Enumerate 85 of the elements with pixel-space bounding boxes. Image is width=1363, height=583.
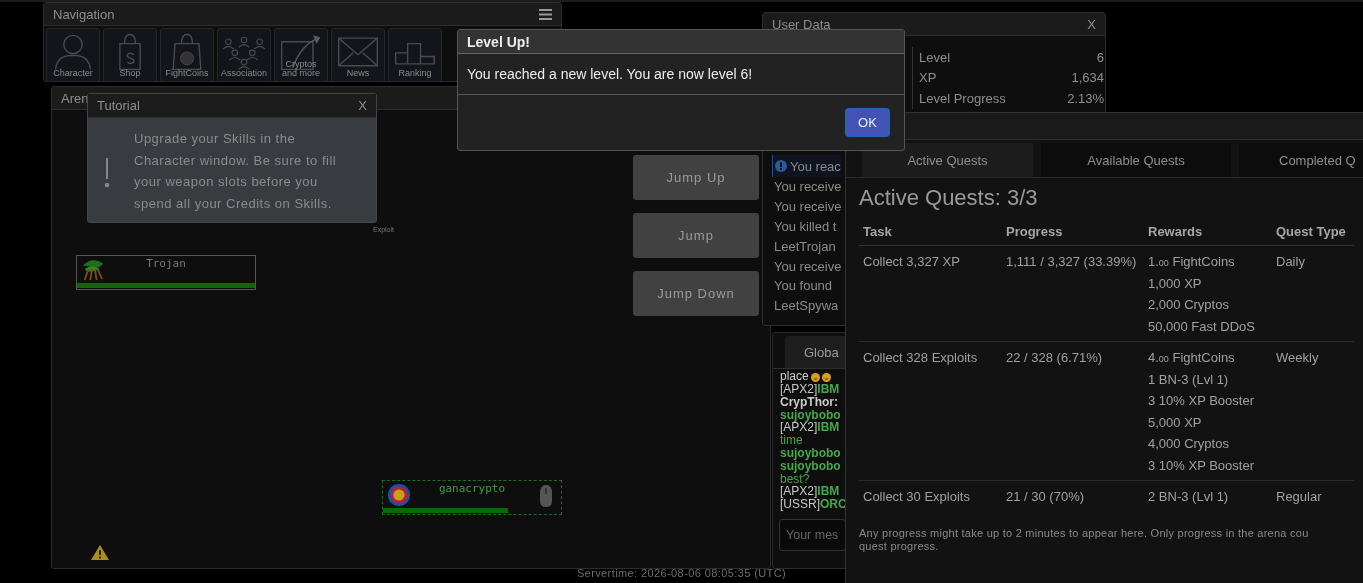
- tutorial-text: Upgrade your Skills in the Character window. Be sure to fill your weapon slots before you spend all your Credits on Skills.: [134, 130, 338, 213]
- jump-button[interactable]: Jump Down: [633, 271, 759, 316]
- log-entry: LeetSpywa: [774, 298, 839, 314]
- log-entry: You found: [774, 278, 833, 294]
- reward-item: 1 BN-3 (Lvl 1): [1148, 370, 1230, 389]
- column-header: Rewards: [1144, 217, 1272, 246]
- reward-item: 3 10% XP Booster: [1148, 456, 1255, 475]
- chat-message: [APX2]IBM: [780, 383, 840, 396]
- table-cell: Regular: [1272, 480, 1354, 512]
- reward-item: 1,000 XP: [1148, 274, 1203, 293]
- reward-item: 3 10% XP Booster: [1148, 392, 1255, 410]
- quest-tab[interactable]: Available Quests: [1041, 143, 1231, 177]
- quest-tab[interactable]: Active Quests: [862, 143, 1033, 177]
- server-time: Servertime: 2026-08-06 08:05:35 (UTC): [576, 567, 787, 579]
- dialog-message: You reached a new level. You are now level 6!: [458, 54, 904, 95]
- stat-value: 2.13%: [1067, 90, 1104, 106]
- quests-heading: Active Quests: 3/3: [859, 185, 1039, 212]
- reward-item: 2 BN-3 (Lvl 1): [1148, 488, 1230, 506]
- chat-message: place: [780, 370, 831, 384]
- log-entry: You receive: [774, 258, 842, 274]
- npc-card[interactable]: Trojan: [76, 255, 256, 290]
- close-button[interactable]: X: [1087, 16, 1096, 32]
- reward-item: 50,000 Fast DDoS: [1148, 317, 1256, 336]
- nav-button[interactable]: FightCoins: [160, 28, 214, 82]
- info-icon: [775, 160, 787, 172]
- chat-message: sujoybobo: [780, 459, 841, 473]
- nav-button[interactable]: Association: [217, 28, 271, 82]
- player-card[interactable]: ganacrypto: [382, 480, 562, 515]
- stat-label: Level: [919, 49, 951, 65]
- nav-button[interactable]: Shop: [103, 28, 157, 82]
- table-cell: 22 / 328 (6.71%): [1002, 341, 1144, 481]
- table-cell: 21 / 30 (70%): [1002, 480, 1144, 512]
- log-entry: LeetTrojan: [774, 238, 836, 254]
- jump-button[interactable]: Jump Up: [633, 155, 759, 200]
- chat-message: best?: [780, 472, 810, 486]
- table-cell: 1,111 / 3,327 (33.39%): [1002, 245, 1144, 342]
- stat-label: Level Progress: [919, 90, 1006, 106]
- log-entry: You reac: [790, 158, 841, 174]
- chat-message: CrypThor:: [780, 395, 838, 409]
- note-text: Any progress might take up to 2 minutes to appear here. Only progress in the arena cou: [859, 526, 1310, 540]
- stat-label: XP: [919, 70, 937, 86]
- table-cell: Weekly: [1272, 341, 1354, 481]
- table-cell: Collect 30 Exploits: [859, 480, 1002, 512]
- entity-name: ganacrypto: [437, 482, 507, 495]
- nav-button[interactable]: Character: [46, 28, 100, 82]
- chat-message: sujoybobo: [780, 408, 841, 422]
- target-icon: [386, 483, 412, 507]
- ok-button[interactable]: OK: [845, 108, 890, 137]
- table-cell: Collect 3,327 XP: [859, 245, 1002, 342]
- nav-button[interactable]: Cryptos and more: [274, 28, 328, 82]
- dialog-title: Level Up!: [458, 30, 904, 54]
- chat-message: [USSR]ORC: [780, 498, 847, 511]
- table-cell: Collect 328 Exploits: [859, 341, 1002, 481]
- window-title: User Data: [772, 17, 831, 31]
- log-entry: You receive: [774, 179, 842, 195]
- chat-message: [APX2]IBM: [780, 485, 840, 499]
- log-entry: You killed t: [774, 219, 837, 234]
- chat-message: sujoybobo: [780, 447, 841, 460]
- reward-item: 2,000 Cryptos: [1148, 296, 1230, 314]
- note-text: quest progress.: [859, 539, 940, 553]
- mouse-icon: [539, 484, 553, 508]
- chat-message: [APX2]IBM: [780, 421, 840, 435]
- window-title: Tutorial: [97, 98, 140, 113]
- entity-name: Trojan: [145, 257, 187, 270]
- window-title: Navigation: [53, 6, 115, 22]
- nav-button[interactable]: News: [331, 28, 385, 82]
- reward-item: 4,000 Cryptos: [1148, 435, 1230, 453]
- menu-icon[interactable]: [539, 8, 552, 20]
- stat-value: 1,634: [1071, 70, 1104, 86]
- log-entry: You receive: [774, 199, 842, 215]
- exclamation-icon: [104, 158, 110, 188]
- chat-message: time: [780, 434, 803, 447]
- close-button[interactable]: X: [358, 98, 367, 113]
- message-field[interactable]: Your mes: [779, 519, 846, 551]
- table-cell: Daily: [1272, 245, 1354, 342]
- chat-tab[interactable]: Globa: [785, 336, 846, 368]
- nav-button[interactable]: Ranking: [388, 28, 442, 82]
- quest-tab[interactable]: Completed Q: [1239, 143, 1363, 177]
- column-header: Progress: [1002, 217, 1144, 246]
- warning-icon[interactable]: [90, 544, 110, 561]
- reward-item: 5,000 XP: [1148, 413, 1203, 432]
- jump-button[interactable]: Jump: [633, 213, 759, 258]
- stat-value: 6: [1096, 49, 1104, 65]
- column-header: Quest Type: [1272, 217, 1354, 246]
- column-header: Task: [859, 217, 1002, 246]
